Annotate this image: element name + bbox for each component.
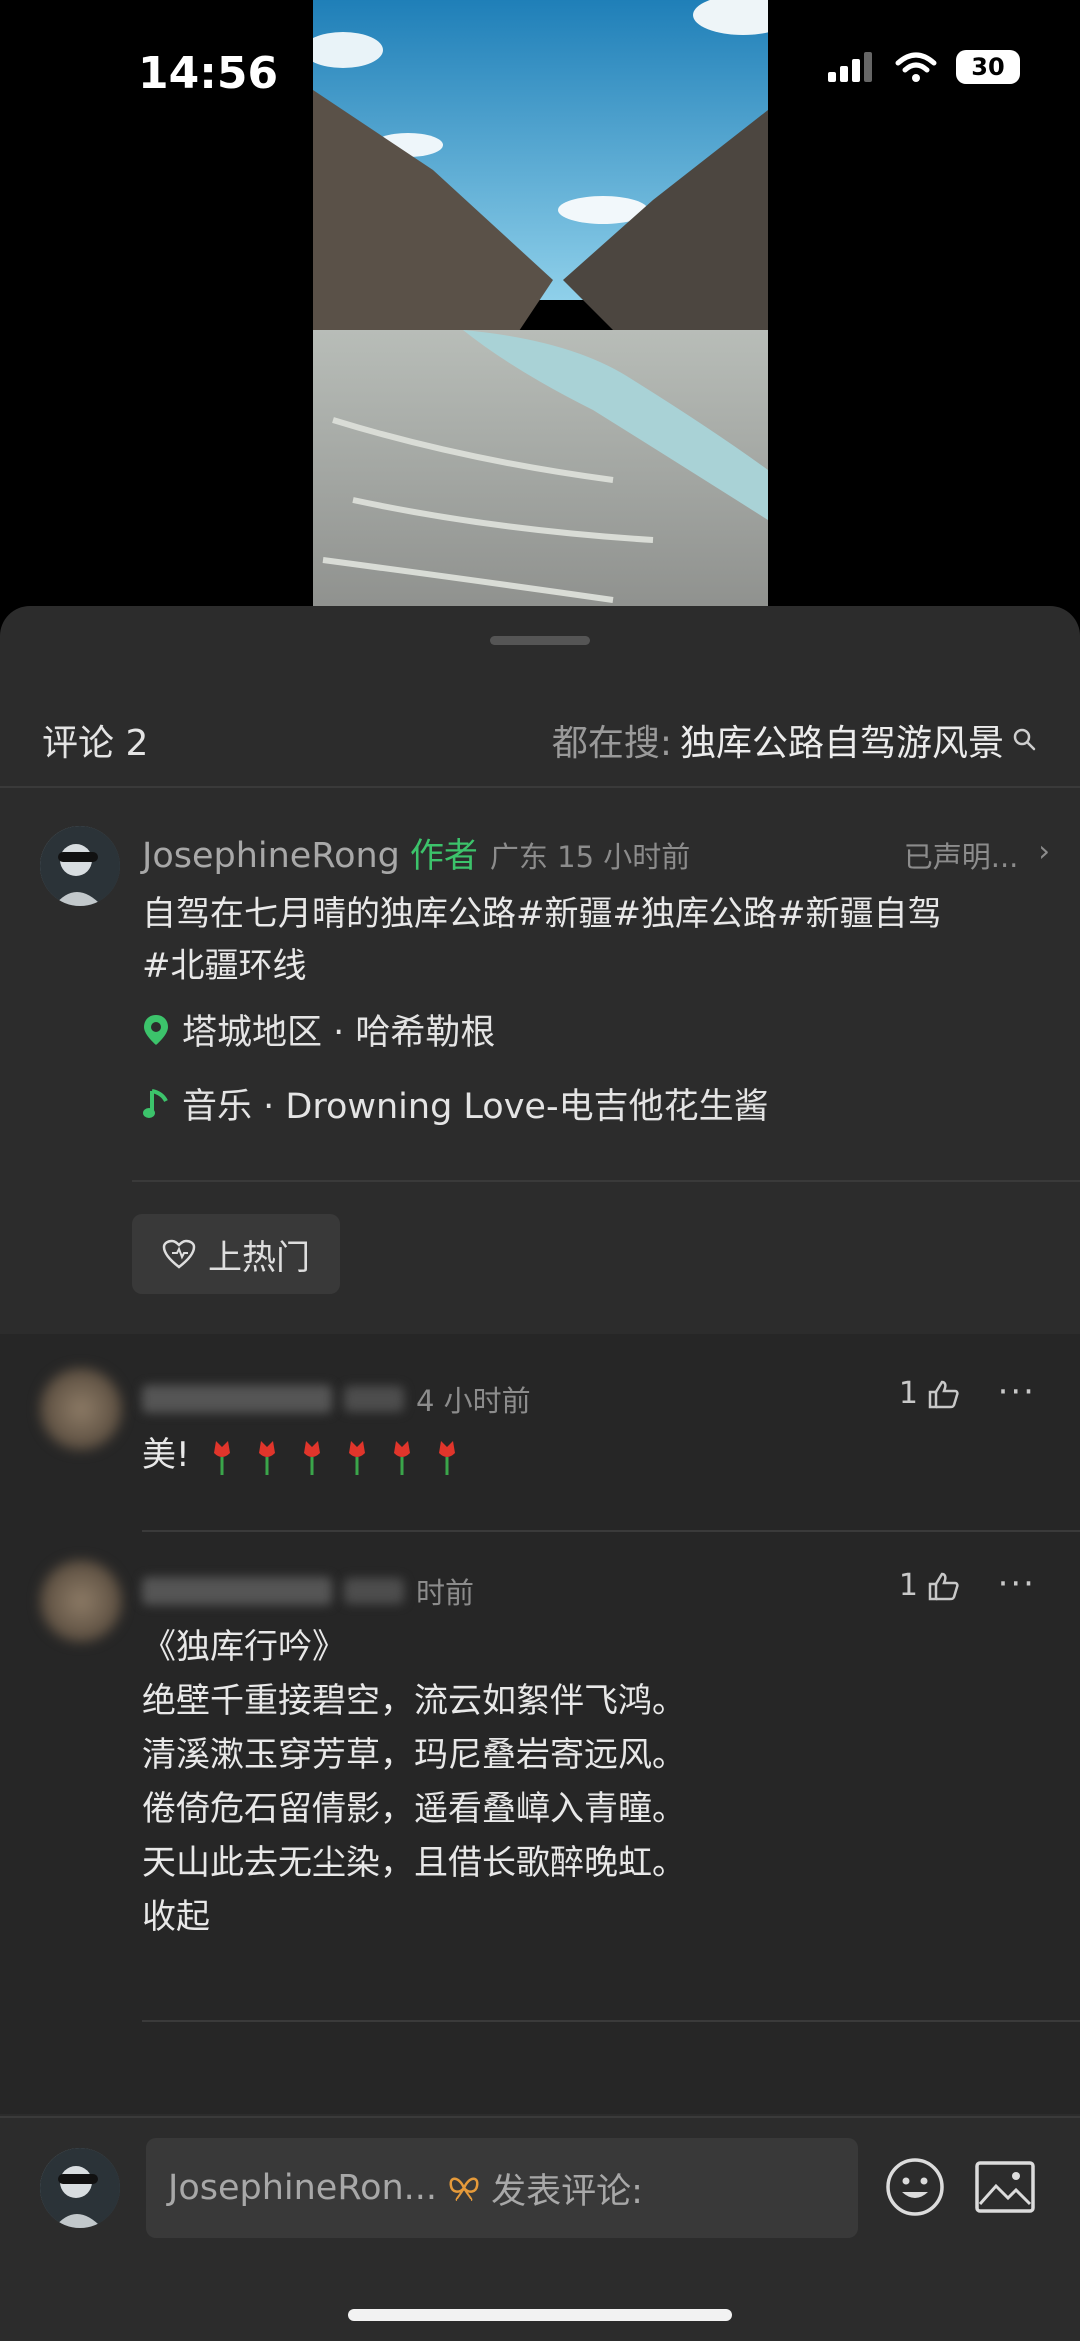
image-icon[interactable] (974, 2160, 1036, 2214)
tulip-icon (214, 1440, 456, 1475)
comment-divider (142, 2020, 1080, 2022)
like-count: 1 (898, 1568, 918, 1603)
compose-bar: JosephineRon... 发表评论: (0, 2116, 1080, 2341)
heart-icon (162, 1239, 196, 1269)
comment-text: 美! (142, 1428, 1022, 1482)
compose-placeholder: 发表评论: (491, 2171, 643, 2212)
comment-text: 《独库行吟》 绝壁千重接碧空，流云如絮伴飞鸿。 清溪漱玉穿芳草，玛尼叠岩寄远风。… (142, 1620, 1022, 1944)
compose-username: JosephineRon... (168, 2168, 438, 2208)
like-button[interactable]: 1 (899, 1376, 960, 1411)
promote-label: 上热门 (208, 1237, 310, 1278)
comment-item: 时前 1 ··· 《独库行吟》 绝壁千重接碧空，流云如絮伴飞鸿。 清溪漱玉穿芳草… (0, 1560, 1080, 1980)
search-suggestion[interactable]: 都在搜: 独库公路自驾游风景 (552, 714, 1038, 766)
more-icon[interactable]: ··· (998, 1372, 1036, 1412)
search-icon[interactable] (1012, 727, 1038, 753)
promote-button[interactable]: 上热门 (132, 1214, 340, 1294)
poem-line: 绝壁千重接碧空，流云如絮伴飞鸿。 (142, 1681, 686, 1721)
header-divider (0, 786, 1080, 788)
comment-time: 4 小时前 (416, 1384, 531, 1418)
music-line[interactable]: 音乐 · Drowning Love-电吉他花生酱 (142, 1078, 769, 1129)
comment-item: 4 小时前 1 ··· 美! (0, 1368, 1080, 1518)
signal-icon (828, 52, 872, 82)
comment-header: 时前 (142, 1570, 474, 1612)
poem-line: 倦倚危石留倩影，遥看叠嶂入青瞳。 (142, 1789, 686, 1829)
commenter-name-blurred[interactable] (142, 1577, 332, 1605)
comment-time: 时前 (416, 1576, 475, 1610)
battery-indicator: 30 (956, 50, 1020, 84)
butterfly-badge-icon (449, 2177, 479, 2201)
avatar-icon (40, 2148, 120, 2228)
search-query[interactable]: 独库公路自驾游风景 (680, 714, 1004, 766)
wifi-icon (895, 52, 937, 82)
collapse-link[interactable]: 收起 (142, 1890, 1022, 1944)
location-line[interactable]: 塔城地区 · 哈希勒根 (142, 1004, 495, 1055)
commenter-avatar[interactable] (40, 1560, 122, 1642)
avatar-icon (40, 826, 120, 906)
author-name[interactable]: JosephineRong (142, 836, 400, 876)
sheet-header: 评论 2 都在搜: 独库公路自驾游风景 (0, 706, 1080, 776)
poem-line: 清溪漱玉穿芳草，玛尼叠岩寄远风。 (142, 1735, 686, 1775)
location-label: 塔城地区 · 哈希勒根 (182, 1013, 496, 1053)
search-prefix: 都在搜: (551, 723, 672, 764)
emoji-icon[interactable] (884, 2156, 946, 2218)
video-thumbnail[interactable] (313, 0, 768, 610)
comment-text-label: 美! (142, 1435, 190, 1475)
like-count: 1 (898, 1376, 918, 1411)
comment-sheet: 评论 2 都在搜: 独库公路自驾游风景 JosephineRong 作者 广东 15… (0, 606, 1080, 2341)
status-icons: 30 (826, 50, 1020, 84)
poem-line: 天山此去无尘染，且借长歌醉晚虹。 (142, 1843, 686, 1883)
declaration[interactable]: 已声明... › (904, 834, 1050, 876)
post-text-line: 自驾在七月晴的独库公路#新疆#独库公路#新疆自驾 (142, 894, 942, 934)
like-button[interactable]: 1 (899, 1568, 960, 1603)
author-tag: 作者 (409, 836, 478, 876)
author-avatar[interactable] (40, 826, 120, 906)
status-time: 14:56 (138, 48, 279, 99)
current-user-avatar[interactable] (40, 2148, 120, 2228)
home-indicator[interactable] (348, 2309, 732, 2321)
drag-handle[interactable] (490, 636, 590, 645)
declared-label: 已声明... (903, 840, 1019, 874)
post-text: 自驾在七月晴的独库公路#新疆#独库公路#新疆自驾 #北疆环线 (142, 888, 1042, 992)
thumbs-up-icon (928, 1380, 959, 1408)
post-divider (132, 1180, 1080, 1182)
landscape-image (313, 0, 768, 610)
music-label: 音乐 · Drowning Love-电吉他花生酱 (182, 1087, 769, 1127)
chevron-right-icon: › (1038, 834, 1050, 868)
comments-count: 评论 2 (42, 723, 149, 764)
compose-divider (0, 2116, 1080, 2118)
comments-section: 4 小时前 1 ··· 美! 时前 1 ··· 《独库行吟》 绝壁千重接碧空，流… (0, 1334, 1080, 2114)
tulip-emojis (208, 1437, 468, 1477)
commenter-avatar[interactable] (40, 1368, 122, 1450)
comment-input[interactable]: JosephineRon... 发表评论: (146, 2138, 858, 2238)
comment-header: 4 小时前 (142, 1378, 531, 1420)
post-meta: 广东 15 小时前 (489, 840, 691, 874)
commenter-name-blurred[interactable] (142, 1385, 332, 1413)
author-line: JosephineRong 作者 广东 15 小时前 (142, 828, 690, 877)
commenter-location-blurred (344, 1578, 404, 1604)
comment-divider (142, 1530, 1080, 1532)
location-pin-icon (144, 1014, 168, 1045)
post-text-line: #北疆环线 (142, 946, 307, 986)
poem-line[interactable]: 《独库行吟》 (142, 1620, 1022, 1674)
commenter-location-blurred (344, 1386, 404, 1412)
more-icon[interactable]: ··· (998, 1564, 1036, 1604)
thumbs-up-icon (928, 1572, 959, 1600)
music-note-icon (143, 1088, 168, 1118)
